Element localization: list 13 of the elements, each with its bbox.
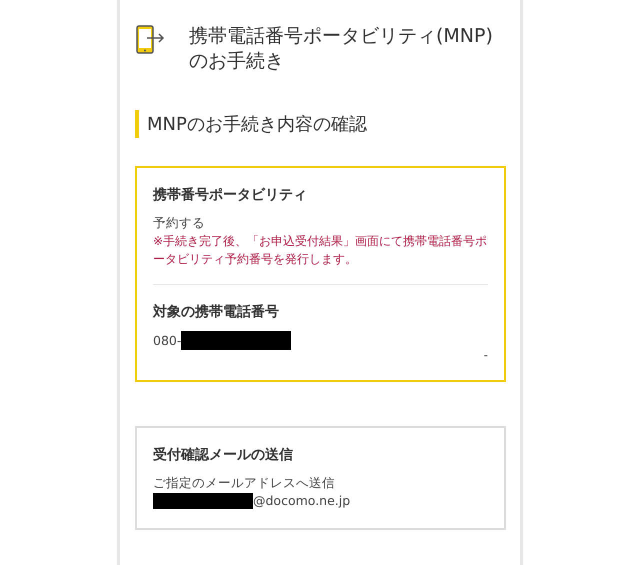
field-label: 携帯番号ポータビリティ [153,186,308,204]
heading-accent-bar [135,110,139,138]
section-heading: MNPのお手続き内容の確認 [147,113,367,136]
field-label: 対象の携帯電話番号 [153,303,280,321]
field-value: 080- [153,332,182,350]
field-value: - [484,348,488,362]
email-address: @docomo.ne.jp [253,492,350,510]
field-value: ご指定のメールアドレスへ送信 [153,474,335,492]
phone-arrow-icon [135,24,167,56]
field-label: 受付確認メールの送信 [153,446,294,464]
notice-text: ※手続き完了後、「お申込受付結果」画面にて携帯電話番号ポータビリティ予約番号を発行します。 [153,233,488,268]
field-value: 予約する [153,214,205,232]
page-title: 携帯電話番号ポータビリティ(MNP)のお手続き [189,24,494,74]
